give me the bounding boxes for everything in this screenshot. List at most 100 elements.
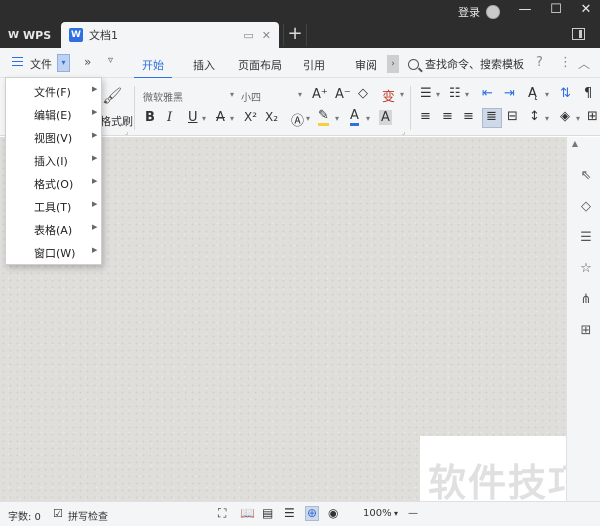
align-right-icon[interactable]: ≡ <box>463 109 474 124</box>
menu-item-view[interactable]: 视图(V) ▶ <box>6 126 101 149</box>
bullet-list-dropdown-icon[interactable]: ▾ <box>436 90 440 99</box>
reading-mode-icon[interactable]: 📖 <box>240 506 255 520</box>
minimize-button[interactable]: — <box>512 2 538 17</box>
font-color-button[interactable]: A <box>350 109 359 126</box>
full-screen-icon[interactable]: ⛶ <box>218 506 226 521</box>
tab-close-icon[interactable]: ✕ <box>262 29 271 42</box>
menu-item-window[interactable]: 窗口(W) ▶ <box>6 241 101 264</box>
grow-font-icon[interactable]: A⁺ <box>312 87 328 102</box>
underline-dropdown-icon[interactable]: ▾ <box>202 114 206 123</box>
more-commands-icon[interactable]: » <box>84 55 91 69</box>
star-icon[interactable]: ☆ <box>579 262 593 276</box>
text-effects-icon[interactable]: Ⓐ <box>291 110 304 129</box>
adjust-settings-icon[interactable]: ☰ <box>579 231 593 245</box>
file-dropdown-toggle[interactable]: ▾ <box>57 54 70 72</box>
highlight-dropdown-icon[interactable]: ▾ <box>335 114 339 123</box>
strikethrough-button[interactable]: A <box>216 110 225 125</box>
bold-button[interactable]: B <box>145 110 155 125</box>
font-name-dropdown-icon[interactable]: ▾ <box>230 90 234 99</box>
align-center-icon[interactable]: ≡ <box>442 109 453 124</box>
menu-item-label: 编辑(E) <box>34 109 72 122</box>
wps-home-tab[interactable]: W WPS <box>0 22 60 48</box>
shading-icon[interactable]: ◈ <box>560 109 570 124</box>
strikethrough-dropdown-icon[interactable]: ▾ <box>230 114 234 123</box>
phonetic-guide-icon[interactable]: 变 <box>382 86 395 105</box>
menu-item-file[interactable]: 文件(F) ▶ <box>6 80 101 103</box>
menu-item-insert[interactable]: 插入(I) ▶ <box>6 149 101 172</box>
increase-indent-icon[interactable]: ⇥ <box>504 86 515 101</box>
command-search[interactable]: 查找命令、搜索模板 <box>408 56 524 72</box>
word-count[interactable]: 字数: 0 <box>8 508 41 523</box>
line-spacing-icon[interactable]: ↕ <box>529 109 540 124</box>
select-pointer-icon[interactable]: ⇖ <box>579 169 593 183</box>
new-tab-button[interactable]: + <box>283 24 307 46</box>
numbered-list-dropdown-icon[interactable]: ▾ <box>465 90 469 99</box>
shading-dropdown-icon[interactable]: ▾ <box>576 114 580 123</box>
tab-page-layout[interactable]: 页面布局 <box>238 57 282 73</box>
zoom-level[interactable]: 100% <box>363 508 392 519</box>
italic-button[interactable]: I <box>167 110 172 125</box>
text-effects-dropdown-icon[interactable]: ▾ <box>306 114 310 123</box>
subscript-button[interactable]: X₂ <box>265 110 278 124</box>
superscript-button[interactable]: X² <box>244 110 257 124</box>
decrease-indent-icon[interactable]: ⇤ <box>482 86 493 101</box>
character-shading-button[interactable]: A <box>379 110 392 125</box>
font-size-select[interactable]: 小四 <box>241 89 261 104</box>
clipboard-launcher-icon[interactable]: ⌟ <box>125 128 128 136</box>
phonetic-dropdown-icon[interactable]: ▾ <box>400 90 404 99</box>
menu-item-edit[interactable]: 编辑(E) ▶ <box>6 103 101 126</box>
wps-logo-icon: W <box>8 29 20 41</box>
numbered-list-icon[interactable]: ☷ <box>449 86 461 101</box>
close-button[interactable]: ✕ <box>573 2 599 17</box>
clear-format-icon[interactable]: ◇ <box>358 86 368 101</box>
font-name-select[interactable]: 微软雅黑 <box>143 89 183 104</box>
file-menu-button[interactable]: 文件 <box>30 56 52 72</box>
maximize-button[interactable]: ☐ <box>543 2 569 17</box>
tab-home[interactable]: 开始 <box>134 57 172 79</box>
eye-protection-icon[interactable]: ◉ <box>328 506 338 520</box>
share-icon[interactable]: ⋔ <box>579 293 593 307</box>
ribbon-scroll-right-icon[interactable]: › <box>387 55 399 73</box>
web-layout-icon[interactable]: ⊕ <box>305 506 320 521</box>
line-spacing-dropdown-icon[interactable]: ▾ <box>545 114 549 123</box>
format-painter-label[interactable]: 格式刷 <box>100 113 133 129</box>
zoom-out-button[interactable]: — <box>408 508 418 519</box>
zoom-dropdown-icon[interactable]: ▾ <box>394 509 398 518</box>
format-painter-icon[interactable]: 🖌 <box>102 86 122 105</box>
borders-icon[interactable]: ⊞ <box>587 109 598 124</box>
show-marks-icon[interactable]: ¶ <box>584 86 592 101</box>
font-launcher-icon[interactable]: ⌟ <box>402 128 405 136</box>
shapes-icon[interactable]: ◇ <box>579 200 593 214</box>
menu-item-table[interactable]: 表格(A) ▶ <box>6 218 101 241</box>
apps-grid-icon[interactable]: ⊞ <box>579 324 593 338</box>
menu-item-tools[interactable]: 工具(T) ▶ <box>6 195 101 218</box>
collapse-ribbon-icon[interactable]: ︿ <box>578 55 590 72</box>
page-view-icon[interactable]: ▤ <box>262 506 273 520</box>
font-color-dropdown-icon[interactable]: ▾ <box>366 114 370 123</box>
monitor-icon[interactable]: ▭ <box>243 29 253 42</box>
hamburger-icon[interactable] <box>12 57 23 69</box>
distributed-icon[interactable]: ⊟ <box>507 109 518 124</box>
underline-button[interactable]: U <box>188 110 198 125</box>
tab-insert[interactable]: 插入 <box>193 57 215 73</box>
login-button[interactable]: 登录 <box>458 4 500 20</box>
scroll-up-icon[interactable]: ▲ <box>566 139 584 148</box>
menu-item-format[interactable]: 格式(O) ▶ <box>6 172 101 195</box>
sort-icon[interactable]: ⇅ <box>560 86 571 101</box>
bullet-list-icon[interactable]: ☰ <box>420 86 432 101</box>
document-tab[interactable]: W 文档1 ▭ ✕ <box>61 22 279 48</box>
tab-references[interactable]: 引用 <box>303 57 325 73</box>
text-direction-dropdown-icon[interactable]: ▾ <box>545 90 549 99</box>
tab-review[interactable]: 审阅 <box>355 57 377 73</box>
spell-check-button[interactable]: 拼写检查 <box>68 508 108 523</box>
highlight-icon[interactable]: ✎ <box>318 109 329 126</box>
text-direction-icon[interactable]: Ą <box>528 86 537 101</box>
more-options-icon[interactable]: ⋮ <box>559 55 572 70</box>
side-panel-toggle-icon[interactable] <box>572 28 585 40</box>
help-icon[interactable]: ? <box>536 55 543 70</box>
outline-view-icon[interactable]: ☰ <box>284 506 295 520</box>
shrink-font-icon[interactable]: A⁻ <box>335 87 351 102</box>
quick-access-dropdown-icon[interactable]: ▿ <box>108 55 113 66</box>
align-left-icon[interactable]: ≡ <box>420 109 431 124</box>
font-size-dropdown-icon[interactable]: ▾ <box>298 90 302 99</box>
